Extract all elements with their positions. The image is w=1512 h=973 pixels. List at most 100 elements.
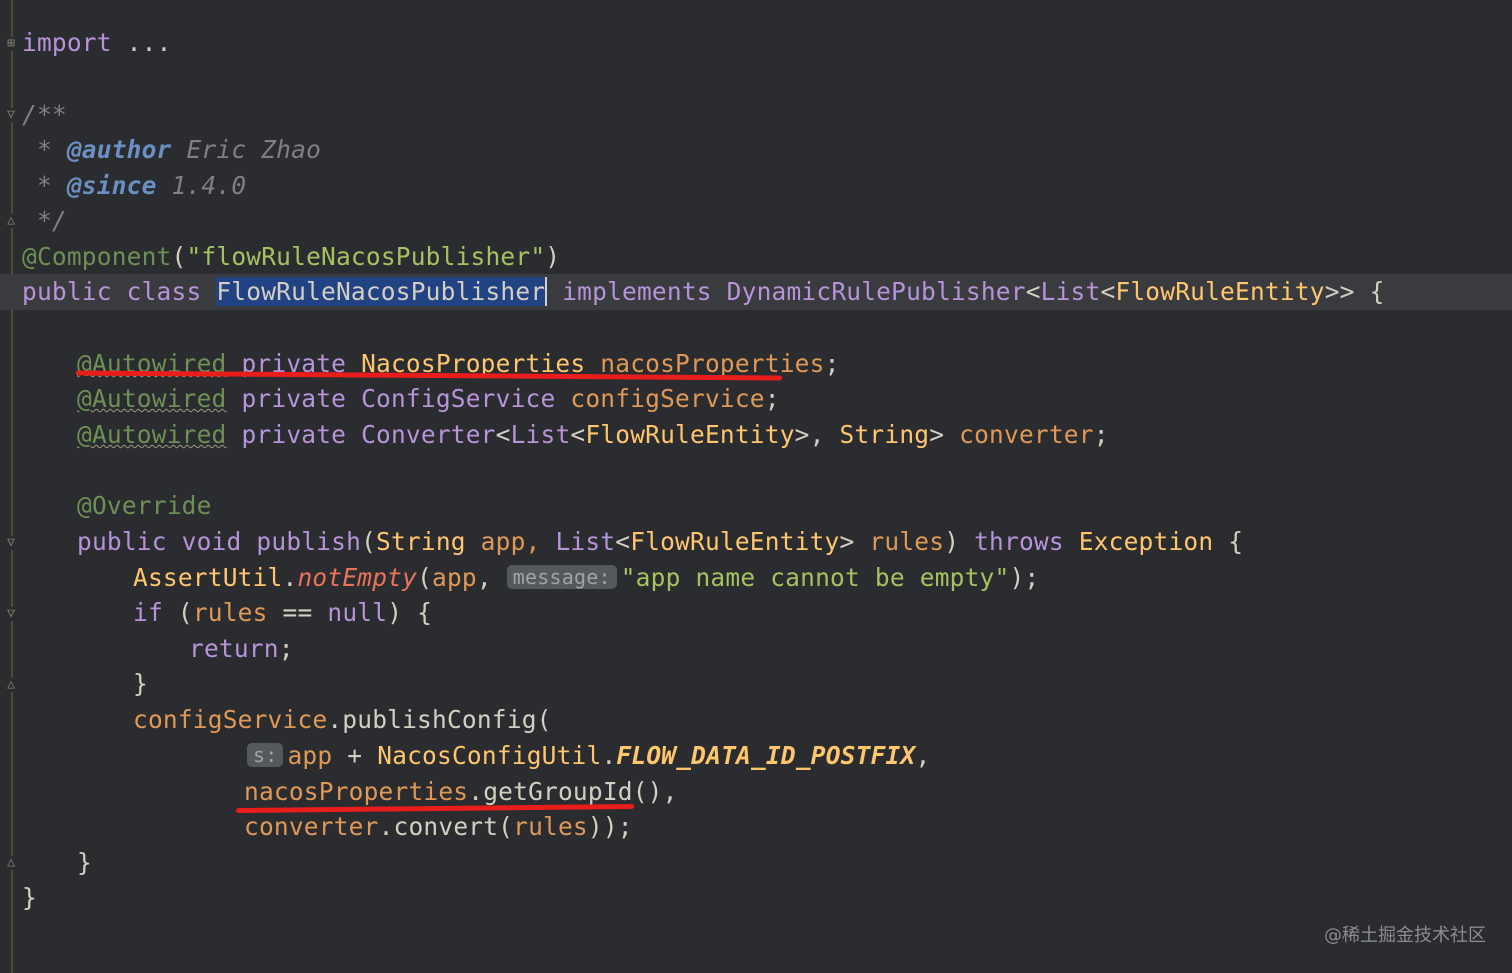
semicolon: ; bbox=[764, 384, 780, 413]
semicolon: ; bbox=[824, 349, 840, 378]
type[interactable]: String bbox=[376, 527, 466, 556]
bracket: > bbox=[929, 420, 960, 449]
paren: ( bbox=[417, 563, 433, 592]
field-ref[interactable]: configService bbox=[133, 705, 327, 734]
constant[interactable]: FLOW_DATA_ID_POSTFIX bbox=[616, 741, 915, 770]
param[interactable]: app, bbox=[466, 527, 556, 556]
bracket: < bbox=[615, 527, 631, 556]
code-line-method-decl[interactable]: public void publish(String app, List<Flo… bbox=[77, 524, 1243, 560]
code-line-assert[interactable]: AssertUtil.notEmpty(app, message: "app na… bbox=[133, 560, 1039, 596]
keyword: public bbox=[77, 527, 182, 556]
code-line-field-config-service[interactable]: @Autowired private ConfigService configS… bbox=[77, 381, 780, 417]
code-line-class-decl[interactable]: public class FlowRuleNacosPublisher impl… bbox=[22, 274, 1385, 310]
static-method[interactable]: notEmpty bbox=[297, 563, 417, 592]
brace: { bbox=[1354, 277, 1385, 306]
string-literal: "app name cannot be empty" bbox=[620, 563, 1010, 592]
operator: + bbox=[332, 741, 378, 770]
method-name[interactable]: publish bbox=[256, 527, 361, 556]
annotation: @Autowired bbox=[77, 384, 227, 413]
operator: == bbox=[267, 598, 328, 627]
field-name[interactable]: configService bbox=[555, 384, 764, 413]
bracket: < bbox=[1025, 277, 1041, 306]
code-line-doc-open[interactable]: /** bbox=[22, 97, 67, 133]
class-ref[interactable]: AssertUtil bbox=[133, 563, 283, 592]
method-call[interactable]: .publishConfig( bbox=[327, 705, 551, 734]
type[interactable]: FlowRuleEntity bbox=[585, 420, 794, 449]
code-line-publish-config[interactable]: configService.publishConfig( bbox=[133, 702, 552, 738]
dot: . bbox=[282, 563, 298, 592]
keyword: public bbox=[22, 277, 127, 306]
fold-expand-icon[interactable]: ⊞ bbox=[4, 37, 18, 51]
code-line-class-end[interactable]: } bbox=[22, 880, 37, 916]
fold-collapse-icon[interactable]: ▽ bbox=[4, 607, 18, 621]
param-hint: s: bbox=[247, 743, 284, 767]
fold-collapse-icon[interactable]: ▽ bbox=[4, 108, 18, 122]
class-ref[interactable]: NacosConfigUtil bbox=[377, 741, 601, 770]
type[interactable]: FlowRuleEntity bbox=[1115, 277, 1324, 306]
code-line-component[interactable]: @Component("flowRuleNacosPublisher") bbox=[22, 239, 560, 275]
paren: ( bbox=[361, 527, 377, 556]
fold-collapse-icon[interactable]: ▽ bbox=[4, 536, 18, 550]
fold-end-icon[interactable]: △ bbox=[4, 856, 18, 870]
semicolon: ; bbox=[278, 634, 294, 663]
type[interactable]: List bbox=[511, 420, 571, 449]
brace: ) { bbox=[387, 598, 433, 627]
keyword: void bbox=[181, 527, 257, 556]
type[interactable]: List bbox=[555, 527, 615, 556]
code-editor[interactable]: ⊞ ▽ △ ▽ ▽ △ △ import ... /** * @author E… bbox=[0, 0, 1512, 973]
field-ref[interactable]: nacosProperties bbox=[244, 777, 468, 806]
comment: /** bbox=[22, 100, 67, 129]
fold-end-icon[interactable]: △ bbox=[4, 678, 18, 692]
code-line-if[interactable]: if (rules == null) { bbox=[133, 595, 432, 631]
keyword: import bbox=[22, 28, 112, 57]
code-line-method-end[interactable]: } bbox=[77, 845, 92, 881]
keyword: class bbox=[126, 277, 217, 306]
keyword: private bbox=[226, 384, 362, 413]
keyword: throws bbox=[974, 527, 1079, 556]
bracket: >, bbox=[794, 420, 840, 449]
type[interactable]: String bbox=[840, 420, 930, 449]
param-ref[interactable]: rules bbox=[193, 598, 268, 627]
type[interactable]: Exception bbox=[1079, 527, 1214, 556]
field-ref[interactable]: converter bbox=[244, 812, 379, 841]
doc-tag: @author bbox=[66, 135, 172, 164]
field-name[interactable]: converter bbox=[959, 420, 1094, 449]
type[interactable]: ConfigService bbox=[361, 384, 555, 413]
param-ref[interactable]: rules bbox=[513, 812, 588, 841]
annotation: @Component bbox=[22, 242, 172, 271]
method-call[interactable]: .getGroupId(), bbox=[468, 777, 677, 806]
code-line-arg-convert[interactable]: converter.convert(rules)); bbox=[244, 809, 633, 845]
paren: )); bbox=[587, 812, 633, 841]
code-line-doc-since[interactable]: * @since 1.4.0 bbox=[22, 168, 246, 204]
param-ref[interactable]: app bbox=[432, 563, 477, 592]
string-literal: "flowRuleNacosPublisher" bbox=[186, 242, 546, 271]
bracket: > bbox=[839, 527, 870, 556]
code-line-doc-author[interactable]: * @author Eric Zhao bbox=[22, 132, 321, 168]
folded-import[interactable]: ... bbox=[112, 28, 172, 57]
code-line-override[interactable]: @Override bbox=[77, 488, 212, 524]
type[interactable]: Converter bbox=[361, 420, 496, 449]
bracket: >> bbox=[1324, 277, 1355, 306]
watermark: @稀土掘金技术社区 bbox=[1324, 925, 1486, 946]
paren: ); bbox=[1009, 563, 1040, 592]
class-name-selected[interactable]: FlowRuleNacosPublisher bbox=[216, 277, 548, 306]
semicolon: ; bbox=[1093, 420, 1109, 449]
type[interactable]: FlowRuleEntity bbox=[630, 527, 839, 556]
code-line-field-converter[interactable]: @Autowired private Converter<List<FlowRu… bbox=[77, 417, 1109, 453]
bracket: < bbox=[1100, 277, 1116, 306]
method-call[interactable]: .convert( bbox=[379, 812, 514, 841]
annotation: @Autowired bbox=[77, 420, 227, 449]
code-line-arg-data-id[interactable]: s: app + NacosConfigUtil.FLOW_DATA_ID_POS… bbox=[247, 738, 930, 774]
keyword: null bbox=[327, 598, 388, 627]
param[interactable]: rules bbox=[869, 527, 944, 556]
brace: } bbox=[22, 883, 37, 912]
code-line-if-end[interactable]: } bbox=[133, 666, 148, 702]
param-ref[interactable]: app bbox=[287, 741, 332, 770]
fold-end-icon[interactable]: △ bbox=[4, 214, 18, 228]
code-line-doc-close[interactable]: */ bbox=[22, 203, 67, 239]
comment: * bbox=[22, 171, 67, 200]
code-line-import[interactable]: import ... bbox=[22, 25, 172, 61]
code-line-return[interactable]: return; bbox=[189, 631, 294, 667]
type[interactable]: List bbox=[1041, 277, 1101, 306]
type[interactable]: DynamicRulePublisher bbox=[727, 277, 1026, 306]
